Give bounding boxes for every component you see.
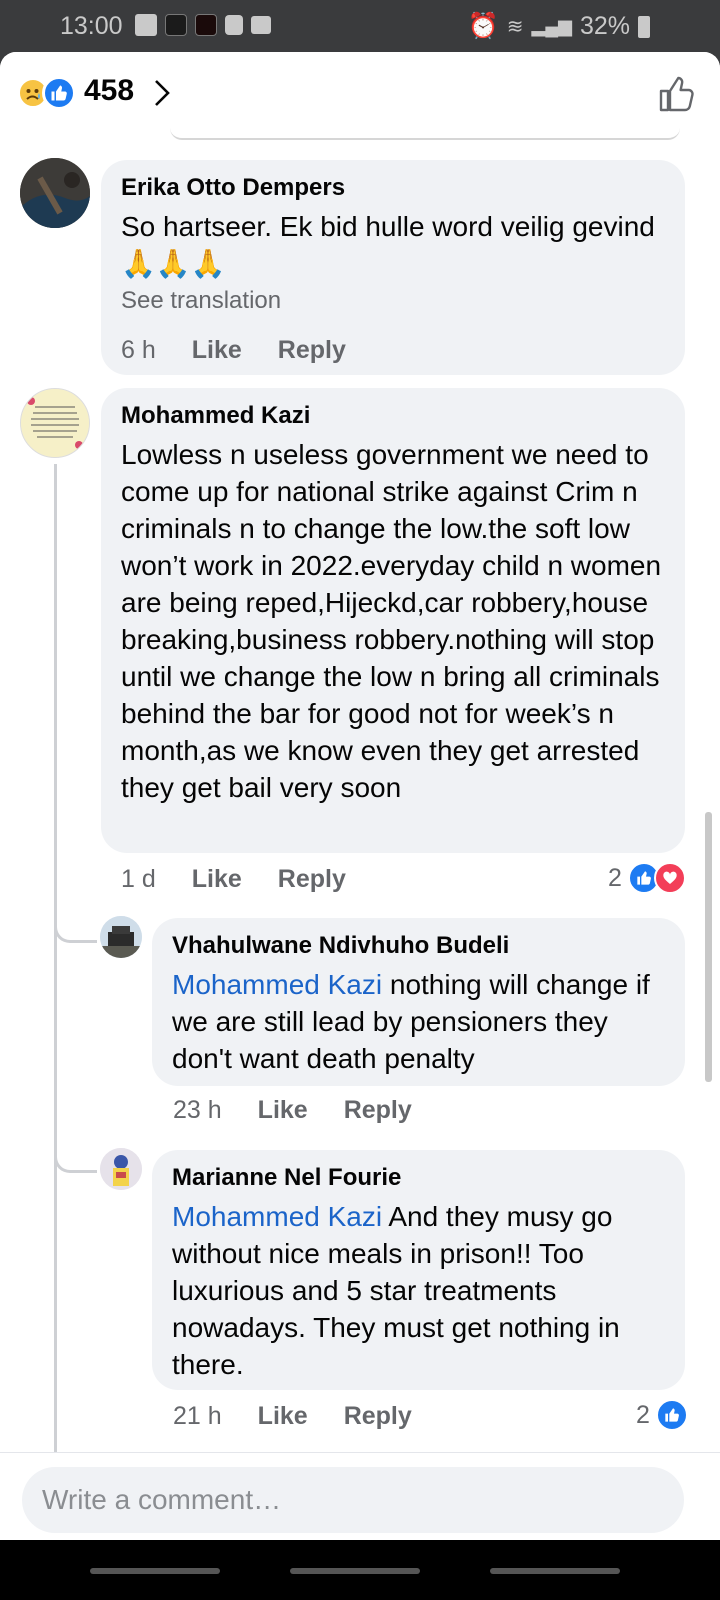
signal-icon: ▂▄▆ [531, 16, 572, 36]
like-reaction-icon [42, 76, 76, 110]
notification-icons [135, 14, 271, 36]
avatar[interactable] [100, 1148, 142, 1190]
comment-time: 23 h [173, 1096, 222, 1124]
like-button[interactable]: Like [192, 865, 242, 894]
reply-bubble[interactable]: Marianne Nel Fourie Mohammed Kazi And th… [152, 1150, 685, 1390]
like-button[interactable]: Like [258, 1402, 308, 1431]
nav-back[interactable] [490, 1568, 620, 1574]
status-right: ⏰ ≋ ▂▄▆ 32% [468, 12, 650, 41]
comment-reactions[interactable]: 2 [636, 1399, 688, 1431]
reaction-count: 2 [636, 1400, 650, 1429]
comments-sheet: 458 Erika Otto Dempers So hartseer. Ek b… [0, 52, 720, 1600]
reaction-emojis [18, 76, 78, 110]
reply-bubble[interactable]: Vhahulwane Ndivhuho Budeli Mohammed Kazi… [152, 918, 685, 1086]
like-outline-icon[interactable] [658, 74, 698, 114]
nav-recents[interactable] [90, 1568, 220, 1574]
reply-text: Mohammed Kazi nothing will change if we … [172, 966, 665, 1077]
mention-link[interactable]: Mohammed Kazi [172, 969, 382, 1000]
alarm-icon: ⏰ [467, 12, 499, 40]
mention-link[interactable]: Mohammed Kazi [172, 1201, 382, 1232]
comment-actions: 1 d Like Reply [121, 865, 346, 894]
love-reaction-icon [653, 862, 686, 894]
shop-icon [225, 15, 243, 35]
commenter-name[interactable]: Erika Otto Dempers [121, 172, 665, 204]
see-translation-link[interactable]: See translation [121, 284, 665, 318]
comment-time: 6 h [121, 336, 156, 364]
app-icon [195, 14, 217, 36]
comment-text: Lowless n useless government we need to … [121, 439, 662, 803]
reaction-count: 458 [84, 74, 135, 107]
reply-button[interactable]: Reply [278, 865, 346, 894]
comment-bubble[interactable]: Mohammed Kazi Lowless n useless governme… [101, 388, 685, 853]
comment-actions: 21 h Like Reply [173, 1402, 412, 1431]
write-comment-input[interactable]: Write a comment… [22, 1467, 684, 1533]
commenter-name[interactable]: Vhahulwane Ndivhuho Budeli [172, 930, 665, 962]
comment-actions: 6 h Like Reply [121, 336, 346, 365]
avatar[interactable] [100, 916, 142, 958]
comment-time: 1 d [121, 865, 156, 893]
thread-branch [54, 904, 97, 943]
status-bar: 13:00 ⏰ ≋ ▂▄▆ 32% [0, 0, 720, 52]
reply-button[interactable]: Reply [278, 336, 346, 365]
avatar[interactable] [20, 388, 90, 458]
commenter-name[interactable]: Mohammed Kazi [121, 400, 665, 432]
system-nav-bar [0, 1540, 720, 1600]
commenter-name[interactable]: Marianne Nel Fourie [172, 1162, 665, 1194]
battery-percent: 32% [579, 12, 630, 40]
thread-line [54, 464, 57, 1464]
battery-icon [638, 15, 650, 38]
wifi-icon: ≋ [506, 16, 524, 38]
comment-actions: 23 h Like Reply [173, 1096, 412, 1125]
like-reaction-icon [655, 1399, 688, 1431]
comment-time: 21 h [173, 1402, 222, 1430]
previous-comment-edge [170, 128, 680, 140]
avatar[interactable] [20, 158, 90, 228]
comment-text: So hartseer. Ek bid hulle word veilig ge… [121, 211, 655, 279]
reactions-header[interactable]: 458 [0, 52, 720, 136]
thread-branch [54, 1134, 97, 1173]
message-icon [135, 14, 157, 36]
status-time: 13:00 [60, 12, 123, 40]
ai-app-icon [165, 14, 187, 36]
reply-text: Mohammed Kazi And they musy go without n… [172, 1198, 665, 1383]
reaction-count: 2 [608, 863, 622, 892]
like-button[interactable]: Like [192, 336, 242, 365]
reply-button[interactable]: Reply [344, 1096, 412, 1125]
comment-reactions[interactable]: 2 [608, 862, 686, 894]
scrollbar[interactable] [705, 812, 712, 1082]
nav-home[interactable] [290, 1568, 420, 1574]
like-button[interactable]: Like [258, 1096, 308, 1125]
download-icon [251, 16, 271, 34]
chevron-right-icon[interactable] [152, 78, 172, 115]
reply-button[interactable]: Reply [344, 1402, 412, 1431]
